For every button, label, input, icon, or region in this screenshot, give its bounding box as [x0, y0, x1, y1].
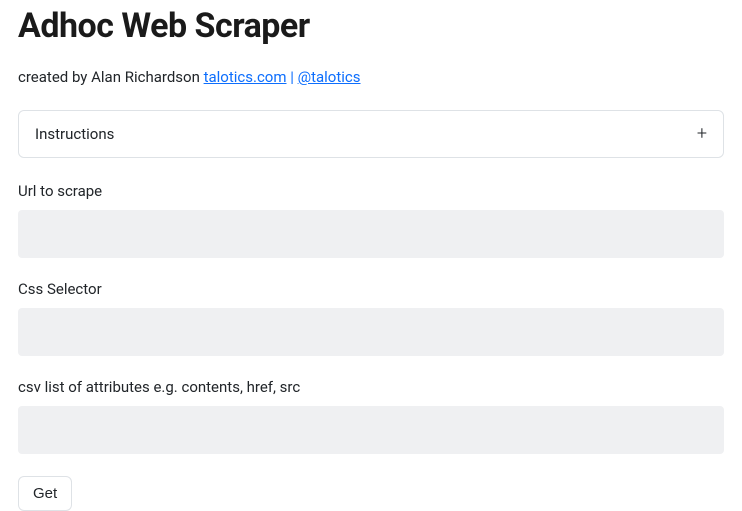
- talotics-link[interactable]: talotics.com: [204, 68, 287, 86]
- url-input[interactable]: [18, 210, 724, 258]
- css-selector-label: Css Selector: [18, 280, 724, 298]
- accordion-label: Instructions: [35, 125, 114, 143]
- css-selector-input[interactable]: [18, 308, 724, 356]
- get-button[interactable]: Get: [18, 476, 72, 511]
- page-title: Adhoc Web Scraper: [18, 6, 724, 46]
- byline-separator: |: [287, 68, 298, 86]
- attributes-input[interactable]: [18, 406, 724, 454]
- byline: created by Alan Richardson talotics.com …: [18, 68, 724, 86]
- attributes-label: csv list of attributes e.g. contents, hr…: [18, 378, 724, 396]
- byline-prefix: created by Alan Richardson: [18, 68, 204, 86]
- twitter-link[interactable]: @talotics: [298, 68, 361, 86]
- instructions-toggle[interactable]: Instructions +: [19, 111, 723, 157]
- instructions-accordion: Instructions +: [18, 110, 724, 158]
- url-label: Url to scrape: [18, 182, 724, 200]
- plus-icon: +: [697, 125, 707, 143]
